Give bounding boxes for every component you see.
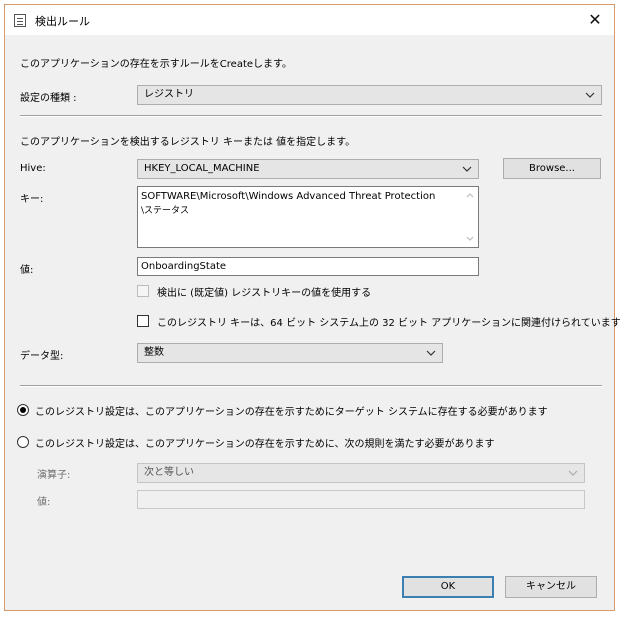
data-type-value: 整数 bbox=[144, 347, 164, 358]
operator-label: 演算子: bbox=[37, 470, 71, 481]
key-line-2: \ステータス bbox=[141, 206, 190, 216]
operator-dropdown[interactable]: 次と等しい bbox=[137, 463, 585, 483]
close-icon[interactable]: ✕ bbox=[584, 9, 606, 31]
radio-must-satisfy-rule-label: このレジストリ設定は、このアプリケーションの存在を示すために、次の規則を満たす必… bbox=[35, 439, 495, 450]
chevron-up-icon[interactable] bbox=[465, 191, 475, 199]
key-label: キー: bbox=[20, 194, 44, 205]
section-text: このアプリケーションを検出するレジストリ キーまたは 値を指定します。 bbox=[20, 137, 356, 148]
chevron-down-icon[interactable] bbox=[465, 235, 475, 243]
chevron-down-icon bbox=[426, 350, 436, 356]
cancel-button[interactable]: キャンセル bbox=[505, 576, 597, 598]
chevron-down-icon bbox=[585, 92, 595, 98]
rule-value-input[interactable] bbox=[137, 490, 585, 509]
value-input-text: OnboardingState bbox=[141, 261, 227, 272]
detection-rule-dialog: 検出ルール ✕ このアプリケーションの存在を示すルールをCreateします。 設… bbox=[4, 4, 621, 611]
rule-type-dropdown[interactable]: レジストリ bbox=[137, 85, 602, 105]
radio-must-exist-label: このレジストリ設定は、このアプリケーションの存在を示すためにターゲット システム… bbox=[35, 407, 548, 418]
wow64-checkbox[interactable] bbox=[137, 315, 149, 327]
key-line-1: SOFTWARE\Microsoft\Windows Advanced Thre… bbox=[141, 191, 436, 202]
separator bbox=[20, 385, 602, 387]
separator bbox=[20, 115, 602, 117]
data-type-label: データ型: bbox=[20, 351, 64, 362]
radio-must-satisfy-rule[interactable] bbox=[17, 436, 29, 448]
ok-button[interactable]: OK bbox=[402, 576, 494, 598]
radio-must-exist[interactable] bbox=[17, 404, 29, 416]
value-input[interactable]: OnboardingState bbox=[137, 257, 479, 276]
key-textarea[interactable]: SOFTWARE\Microsoft\Windows Advanced Thre… bbox=[137, 186, 479, 248]
rule-type-value: レジストリ bbox=[144, 89, 194, 100]
intro-text: このアプリケーションの存在を示すルールをCreateします。 bbox=[20, 59, 293, 70]
title-bar: 検出ルール ✕ bbox=[5, 5, 614, 35]
key-scrollbar[interactable] bbox=[463, 188, 477, 246]
hive-value: HKEY_LOCAL_MACHINE bbox=[144, 163, 260, 174]
chevron-down-icon bbox=[462, 166, 472, 172]
value-label: 値: bbox=[20, 265, 34, 276]
data-type-dropdown[interactable]: 整数 bbox=[137, 343, 443, 363]
browse-button[interactable]: Browse... bbox=[503, 158, 601, 179]
use-default-label: 検出に (既定値) レジストリキーの値を使用する bbox=[157, 288, 372, 299]
use-default-checkbox[interactable] bbox=[137, 285, 149, 297]
wow64-label: このレジストリ キーは、64 ビット システム上の 32 ビット アプリケーショ… bbox=[157, 318, 621, 329]
rule-type-label: 設定の種類 : bbox=[20, 93, 77, 104]
rule-value-label: 値: bbox=[37, 497, 51, 508]
operator-value: 次と等しい bbox=[144, 467, 194, 478]
radio-selected-dot bbox=[20, 407, 26, 413]
dialog-title: 検出ルール bbox=[35, 15, 90, 28]
hive-label: Hive: bbox=[20, 163, 46, 174]
hive-dropdown[interactable]: HKEY_LOCAL_MACHINE bbox=[137, 159, 479, 179]
chevron-down-icon bbox=[568, 470, 578, 476]
dialog-icon bbox=[14, 14, 26, 27]
